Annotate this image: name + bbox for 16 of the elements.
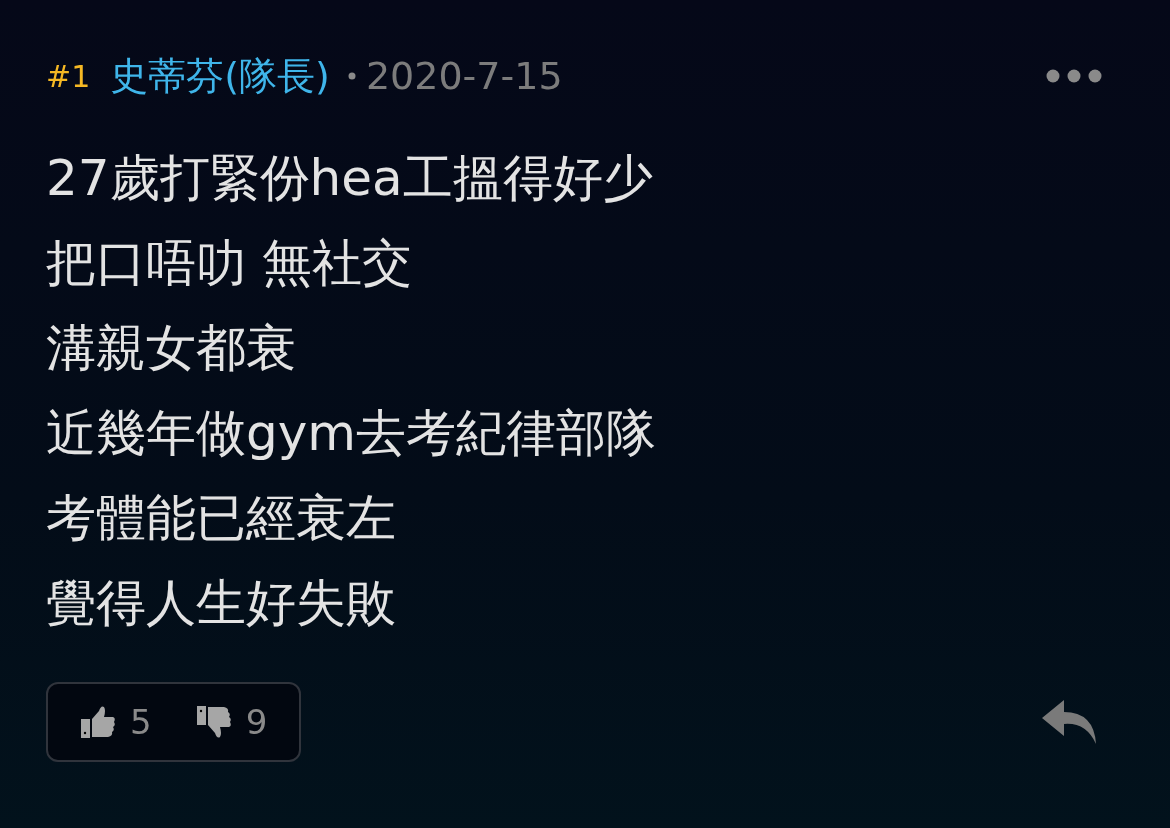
post-text-line: 把口唔叻 無社交 [46,233,413,294]
post-number: #1 [46,58,91,94]
post-text-line: 近幾年做gym去考紀律部隊 [46,403,658,464]
more-icon[interactable] [1046,69,1102,83]
author-name[interactable]: 史蒂芬(隊長) [110,50,330,102]
post-date: 2020-7-15 [365,54,563,98]
reply-icon[interactable] [1042,700,1098,744]
thumbs-up-icon[interactable] [80,705,116,739]
post-text-line: 溝親女都衰 [46,318,297,379]
dislike-count: 9 [245,702,268,742]
post-text-line: 覺得人生好失敗 [46,573,397,634]
post-text-line: 考體能已經衰左 [46,488,397,549]
post-text-line: 27歲打緊份hea工搵得好少 [46,148,654,209]
thumbs-down-icon[interactable] [195,705,232,739]
separator-dot-icon [347,72,356,80]
like-count: 5 [130,702,152,742]
